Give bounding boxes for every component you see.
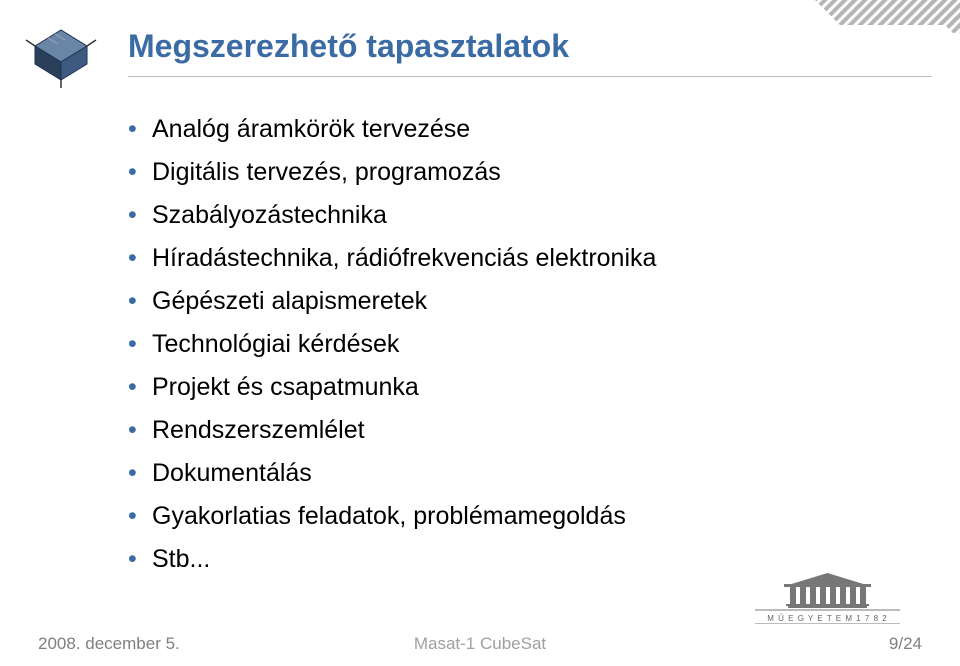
footer-page-number: 9/24 — [889, 634, 922, 654]
list-item: Gépészeti alapismeretek — [128, 280, 900, 323]
list-item: Technológiai kérdések — [128, 323, 900, 366]
slide: Megszerezhető tapasztalatok Analóg áramk… — [0, 0, 960, 666]
footer-title: Masat-1 CubeSat — [414, 634, 546, 654]
footer-date: 2008. december 5. — [38, 634, 180, 654]
cubesat-logo-icon — [22, 18, 100, 88]
bullet-list: Analóg áramkörök tervezése Digitális ter… — [128, 108, 900, 581]
list-item: Híradástechnika, rádiófrekvenciás elektr… — [128, 237, 900, 280]
corner-decoration — [785, 0, 960, 33]
list-item: Digitális tervezés, programozás — [128, 151, 900, 194]
list-item: Projekt és csapatmunka — [128, 366, 900, 409]
list-item: Rendszerszemlélet — [128, 409, 900, 452]
list-item: Stb... — [128, 538, 900, 581]
slide-content: Analóg áramkörök tervezése Digitális ter… — [128, 108, 900, 581]
list-item: Dokumentálás — [128, 452, 900, 495]
list-item: Szabályozástechnika — [128, 194, 900, 237]
university-logo-text: M Ű E G Y E T E M 1 7 8 2 — [767, 614, 887, 623]
list-item: Gyakorlatias feladatok, problémamegoldás — [128, 495, 900, 538]
slide-footer: 2008. december 5. Masat-1 CubeSat 9/24 — [38, 634, 922, 654]
title-divider — [128, 76, 932, 77]
slide-title: Megszerezhető tapasztalatok — [128, 28, 569, 65]
list-item: Analóg áramkörök tervezése — [128, 108, 900, 151]
